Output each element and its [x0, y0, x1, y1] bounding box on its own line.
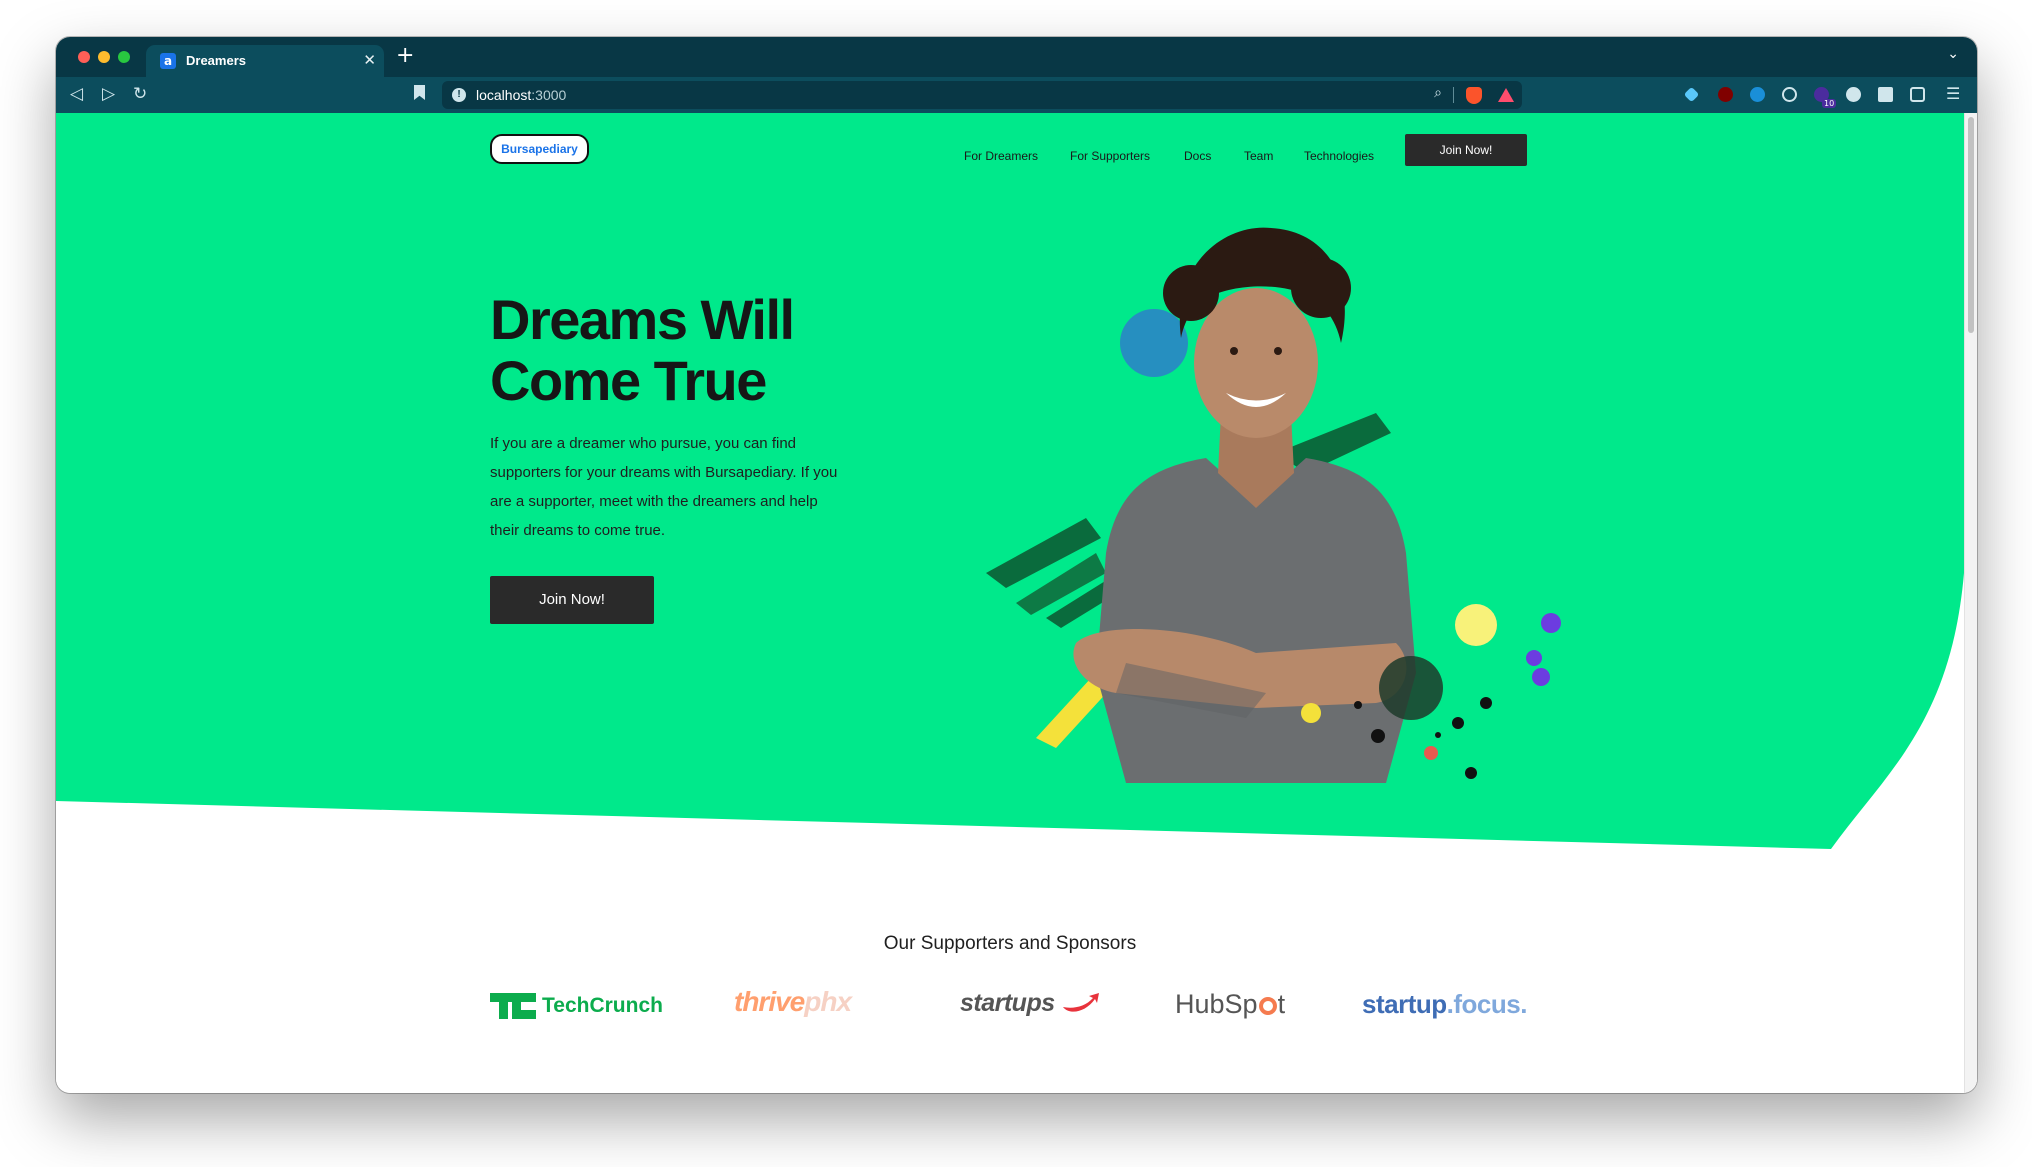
techcrunch-wordmark: TechCrunch	[542, 993, 663, 1017]
startupfocus-wordmark-a: startup	[1362, 989, 1447, 1019]
confetti-dot	[1526, 650, 1542, 666]
hubspot-logo[interactable]: HubSp t	[1175, 989, 1285, 1020]
extension-clock-icon[interactable]	[1782, 87, 1797, 102]
tab-title: Dreamers	[186, 53, 246, 68]
hero-join-button[interactable]: Join Now!	[490, 576, 654, 624]
extension-ip-icon[interactable]	[1846, 87, 1861, 102]
confetti-dot	[1452, 717, 1464, 729]
hubspot-sprocket-icon	[1258, 997, 1277, 1015]
back-icon[interactable]: ◁	[70, 83, 83, 105]
brave-shield-icon[interactable]	[1466, 87, 1482, 104]
wallet-icon[interactable]	[1910, 87, 1925, 102]
startups-wordmark: startups	[960, 989, 1055, 1017]
page-scrollbar[interactable]	[1964, 113, 1977, 1093]
confetti-dot	[1465, 767, 1477, 779]
nav-docs[interactable]: Docs	[1184, 149, 1211, 163]
extension-diamond-icon[interactable]	[1683, 86, 1700, 103]
menu-icon[interactable]: ☰	[1946, 84, 1960, 103]
browser-toolbar: ◁ ▷ ↻ ! localhost:3000 ⌕ 10 ☰	[56, 77, 1977, 113]
url-divider	[1453, 87, 1454, 103]
nav-for-supporters[interactable]: For Supporters	[1070, 149, 1150, 163]
forward-icon[interactable]: ▷	[102, 83, 115, 105]
nav-technologies[interactable]: Technologies	[1304, 149, 1374, 163]
confetti-dot	[1424, 746, 1438, 760]
header-join-button[interactable]: Join Now!	[1405, 134, 1527, 166]
startups-logo[interactable]: startups	[960, 989, 1100, 1018]
confetti-dot	[1532, 668, 1550, 686]
maximize-window-button[interactable]	[118, 51, 130, 63]
tab-list-chevron-icon[interactable]: ⌄	[1947, 46, 1959, 62]
nav-for-dreamers[interactable]: For Dreamers	[964, 149, 1038, 163]
confetti-dot	[1455, 604, 1497, 646]
hero-title-line2: Come True	[490, 349, 767, 412]
extension-blue-circle-icon[interactable]	[1750, 87, 1765, 102]
confetti-dot	[1301, 703, 1321, 723]
page-viewport: Bursapediary For Dreamers For Supporters…	[56, 113, 1977, 1093]
thrivephx-logo[interactable]: thrivephx	[734, 986, 852, 1018]
techcrunch-logo[interactable]: TechCrunch	[490, 991, 663, 1019]
bookmark-icon[interactable]	[414, 85, 425, 100]
scrollbar-thumb[interactable]	[1968, 117, 1974, 333]
confetti-dot	[1435, 732, 1441, 738]
nav-team[interactable]: Team	[1244, 149, 1273, 163]
minimize-window-button[interactable]	[98, 51, 110, 63]
brush-stroke-yellow	[1036, 678, 1111, 748]
startupfocus-wordmark-b: .focus.	[1446, 989, 1528, 1019]
hubspot-wordmark-a: HubSp	[1175, 989, 1258, 1019]
site-info-icon[interactable]: !	[452, 88, 466, 102]
close-window-button[interactable]	[78, 51, 90, 63]
url-port: :3000	[531, 87, 567, 103]
address-bar[interactable]: ! localhost:3000 ⌕	[442, 81, 1522, 109]
tab-strip: a Dreamers ✕ + ⌄	[56, 37, 1977, 77]
zoom-icon[interactable]: ⌕	[1434, 85, 1442, 101]
confetti-dot	[1541, 613, 1561, 633]
new-tab-icon[interactable]: +	[396, 43, 414, 69]
paint-blob	[1120, 309, 1188, 377]
extension-badge: 10	[1822, 99, 1837, 108]
confetti-dot	[1371, 729, 1385, 743]
tab-close-icon[interactable]: ✕	[363, 51, 376, 69]
sponsors-title: Our Supporters and Sponsors	[883, 933, 1137, 954]
hero-title: Dreams Will Come True	[490, 289, 910, 411]
url-host: localhost	[476, 87, 532, 103]
url-text[interactable]: localhost:3000	[476, 87, 566, 103]
hero-person-illustration	[986, 227, 1561, 783]
favicon-icon: a	[160, 53, 176, 69]
brand-logo[interactable]: Bursapediary	[490, 134, 589, 164]
extensions-icon[interactable]	[1878, 87, 1893, 102]
techcrunch-mark-icon	[490, 992, 536, 1019]
browser-window: a Dreamers ✕ + ⌄ ◁ ▷ ↻ ! localhost:3000 …	[56, 37, 1977, 1093]
confetti-dot	[1379, 656, 1443, 720]
confetti-dot	[1354, 701, 1362, 709]
phx-wordmark: phx	[804, 986, 852, 1017]
startups-swoosh-icon	[1063, 993, 1100, 1013]
extension-ublock-icon[interactable]	[1718, 87, 1733, 102]
thrive-wordmark: thrive	[734, 986, 805, 1017]
hero-title-line1: Dreams Will	[490, 288, 795, 351]
startupfocus-logo[interactable]: startup.focus.	[1362, 989, 1527, 1020]
reload-icon[interactable]: ↻	[133, 83, 147, 105]
confetti-dot	[1480, 697, 1492, 709]
hubspot-wordmark-b: t	[1277, 989, 1286, 1019]
tab-dreamers[interactable]: a Dreamers ✕	[146, 45, 384, 77]
brave-rewards-icon[interactable]	[1498, 88, 1514, 102]
hero-description: If you are a dreamer who pursue, you can…	[490, 435, 838, 539]
